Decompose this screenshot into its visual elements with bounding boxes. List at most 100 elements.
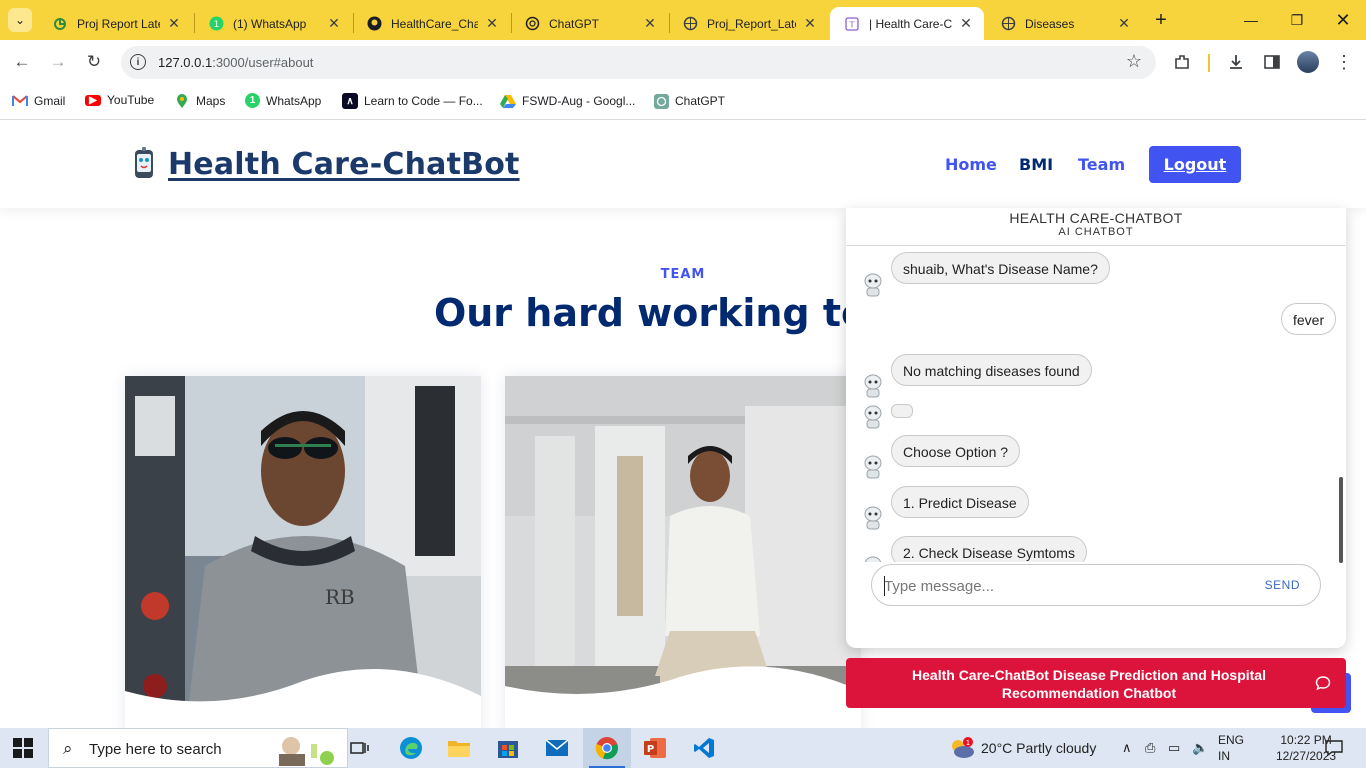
chatbot-logo-icon — [135, 147, 153, 178]
browser-tab-4[interactable]: ChatGPT ✕ — [510, 7, 668, 40]
download-icon[interactable] — [1224, 50, 1248, 74]
browser-tab-active[interactable]: T | Health Care-Ch ✕ — [830, 7, 984, 40]
nav-home[interactable]: Home — [945, 155, 997, 174]
chrome-icon[interactable] — [583, 728, 631, 768]
forward-button[interactable]: → — [44, 48, 72, 76]
scrollbar-thumb[interactable] — [1339, 477, 1343, 563]
browser-tab-5[interactable]: Proj_Report_Late ✕ — [668, 7, 828, 40]
logout-button[interactable]: Logout — [1149, 146, 1241, 183]
taskbar-search[interactable]: ⌕ Type here to search — [48, 728, 348, 768]
bot-option-predict[interactable]: 1. Predict Disease — [891, 486, 1029, 518]
volume-icon[interactable]: 🔈 — [1192, 740, 1208, 756]
chat-message-input[interactable] — [884, 574, 1244, 598]
close-icon[interactable]: ✕ — [1116, 15, 1132, 32]
team-member-card: RB — [125, 376, 481, 728]
browser-tab-7[interactable]: Diseases ✕ — [986, 7, 1142, 40]
chat-title: HEALTH CARE-CHATBOT — [1009, 210, 1183, 226]
tab-title: Diseases — [1025, 16, 1075, 31]
svg-text:T: T — [849, 20, 855, 29]
microsoft-store-icon[interactable] — [484, 728, 532, 768]
bot-option-symptoms[interactable]: 2. Check Disease Symtoms — [891, 536, 1087, 562]
browser-tab-strip: ⌄ Proj Report Late ✕ 1 (1) WhatsApp ✕ He… — [0, 0, 1366, 40]
extensions-icon[interactable] — [1170, 50, 1194, 74]
taskbar-search-placeholder: Type here to search — [89, 741, 222, 758]
svg-text:RB: RB — [325, 585, 355, 609]
tab-search-button[interactable]: ⌄ — [8, 8, 32, 32]
tab-title: ChatGPT — [549, 16, 600, 31]
bot-avatar-icon — [864, 405, 882, 429]
site-header: Health Care-ChatBot Home BMI Team Logout — [0, 121, 1366, 208]
language-indicator[interactable]: ENG IN — [1218, 732, 1244, 764]
user-message: fever — [1281, 303, 1337, 335]
windows-start-icon[interactable] — [13, 738, 33, 758]
close-icon[interactable]: ✕ — [484, 15, 500, 32]
task-view-icon[interactable] — [336, 728, 384, 768]
browser-tab-3[interactable]: HealthCare_Chat ✕ — [352, 7, 510, 40]
window-close-button[interactable]: ✕ — [1320, 0, 1366, 40]
tab-title: (1) WhatsApp — [233, 16, 307, 31]
chat-scrollbar[interactable] — [1339, 250, 1343, 563]
site-info-icon[interactable]: i — [130, 54, 146, 70]
chevron-up-icon[interactable]: ∧ — [1122, 740, 1132, 756]
reload-button[interactable]: ↻ — [80, 48, 108, 76]
bookmark-maps[interactable]: Maps — [174, 93, 225, 109]
powerpoint-icon[interactable]: P — [631, 728, 679, 768]
chat-header: HEALTH CARE-CHATBOT AI CHATBOT — [846, 208, 1346, 246]
bookmark-gmail[interactable]: Gmail — [12, 93, 65, 109]
chatbot-panel: HEALTH CARE-CHATBOT AI CHATBOT shuaib, W… — [846, 208, 1346, 648]
bot-avatar-icon — [864, 374, 882, 398]
chatgpt-icon — [653, 93, 669, 109]
bookmark-youtube[interactable]: ▶ YouTube — [85, 93, 154, 107]
browser-tab-1[interactable]: Proj Report Late ✕ — [38, 7, 192, 40]
close-icon[interactable]: ✕ — [166, 15, 182, 32]
tab-title: Proj Report Late — [77, 16, 160, 31]
close-icon[interactable]: ✕ — [958, 15, 974, 32]
close-icon[interactable]: ✕ — [642, 15, 658, 32]
chat-subtitle: AI CHATBOT — [1058, 226, 1134, 238]
profile-avatar[interactable] — [1297, 51, 1319, 73]
url-text[interactable]: 127.0.0.1:3000/user#about — [158, 55, 313, 70]
vscode-icon[interactable] — [680, 728, 728, 768]
send-button[interactable]: SEND — [1265, 578, 1300, 592]
weather-text[interactable]: 20°C Partly cloudy — [981, 740, 1096, 756]
bookmark-freecodecamp[interactable]: ∧ Learn to Code — Fo... — [342, 93, 483, 109]
more-menu-icon[interactable]: ⋮ — [1332, 50, 1356, 74]
file-explorer-icon[interactable] — [435, 728, 483, 768]
svg-text:1: 1 — [966, 739, 970, 747]
search-highlight-illustration-icon — [279, 737, 334, 766]
close-icon[interactable]: ✕ — [802, 15, 818, 32]
chatbot-bar-title: Health Care-ChatBot Disease Prediction a… — [912, 667, 1266, 701]
bookmark-star-icon[interactable]: ☆ — [1126, 51, 1142, 72]
whatsapp-icon: 1 — [245, 93, 260, 108]
maps-icon — [174, 93, 190, 109]
battery-icon[interactable]: ▭ — [1168, 740, 1180, 756]
bookmark-whatsapp[interactable]: 1 WhatsApp — [245, 93, 321, 108]
nav-team[interactable]: Team — [1078, 155, 1125, 174]
notification-icon[interactable] — [1325, 739, 1343, 757]
svg-text:P: P — [647, 744, 654, 755]
close-icon[interactable]: ✕ — [326, 15, 342, 32]
minimize-button[interactable]: — — [1228, 0, 1274, 40]
restore-button[interactable]: ❐ — [1274, 0, 1320, 40]
bot-avatar-icon — [864, 556, 882, 562]
windows-taskbar: ⌕ Type here to search P 1 20°C Partly cl… — [0, 728, 1366, 768]
browser-tab-2[interactable]: 1 (1) WhatsApp ✕ — [194, 7, 352, 40]
new-tab-button[interactable]: + — [1149, 8, 1173, 32]
meet-now-icon[interactable]: ⎙ — [1145, 740, 1155, 756]
side-panel-icon[interactable] — [1260, 50, 1284, 74]
weather-icon[interactable]: 1 — [948, 737, 976, 759]
nav-bmi[interactable]: BMI — [1019, 155, 1053, 174]
bot-avatar-icon — [864, 273, 882, 297]
mail-icon[interactable] — [533, 728, 581, 768]
edge-browser-icon[interactable] — [387, 728, 435, 768]
bookmark-drive[interactable]: FSWD-Aug - Googl... — [500, 93, 635, 109]
chatbot-toggle-bar[interactable]: Health Care-ChatBot Disease Prediction a… — [846, 658, 1346, 708]
back-button[interactable]: ← — [8, 48, 36, 76]
address-bar[interactable]: i 127.0.0.1:3000/user#about ☆ — [121, 46, 1156, 79]
bot-avatar-icon — [864, 506, 882, 530]
site-brand-link[interactable]: Health Care-ChatBot — [168, 147, 520, 182]
bot-message-empty — [891, 404, 913, 418]
freecodecamp-icon: ∧ — [342, 93, 358, 109]
bookmark-chatgpt[interactable]: ChatGPT — [653, 93, 725, 109]
chat-messages[interactable]: shuaib, What's Disease Name? fever No ma… — [846, 247, 1346, 562]
